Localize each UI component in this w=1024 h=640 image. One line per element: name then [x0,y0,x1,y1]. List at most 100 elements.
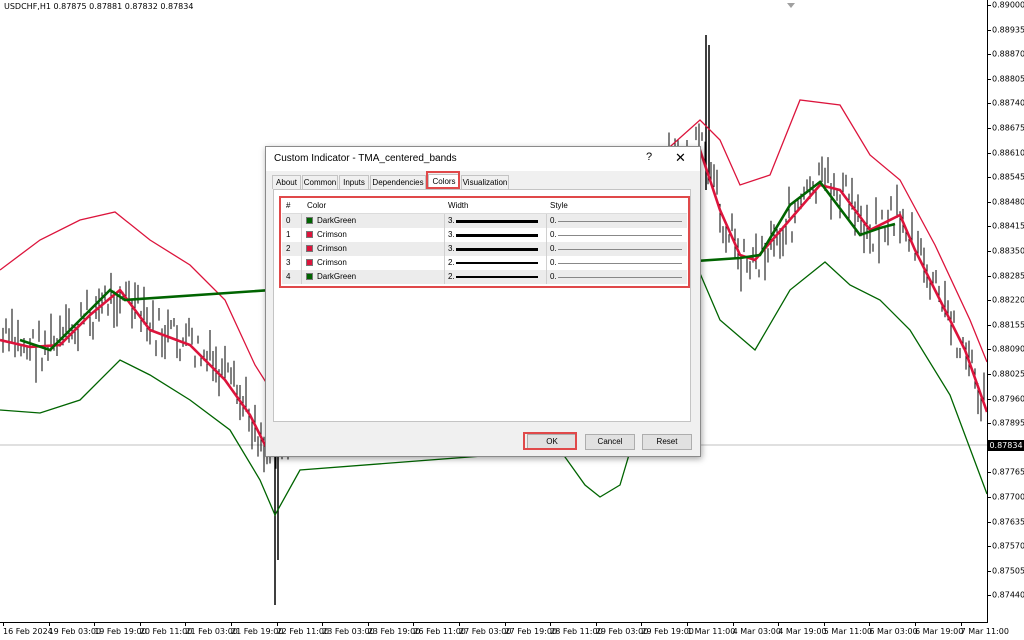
time-label: 4 Mar 19:00 [778,627,827,636]
time-axis: 16 Feb 2024 19 Feb 03:00 19 Feb 19:00 20 Fe… [0,622,1009,640]
tab-common[interactable]: Common [302,175,338,189]
price-tick [988,472,991,474]
time-tick [231,623,232,626]
price-tick [988,275,991,277]
reset-button[interactable]: Reset [642,434,692,450]
price-tick [988,497,991,498]
time-tick [915,623,916,626]
time-tick [459,623,460,626]
price-label: 0.87570 [992,541,1024,551]
time-label: 4 Mar 03:00 [732,627,781,636]
price-tick [988,29,991,31]
time-label: 6 Mar 03:00 [869,627,918,636]
time-label: 26 Feb 11:00 [413,627,466,636]
time-label: 6 Mar 19:00 [915,627,964,636]
price-tick [988,595,991,597]
price-label: 0.87960 [992,394,1024,404]
price-tick [988,570,991,572]
time-tick [48,623,50,626]
price-tick [988,546,991,548]
price-tick [988,398,991,400]
price-label: 0.87440 [992,590,1024,600]
price-tick [988,128,991,129]
price-label: 0.88480 [992,197,1024,207]
time-label: 21 Feb 03:00 [185,627,238,636]
price-label: 0.87505 [992,566,1024,576]
price-label: 0.88610 [992,148,1024,158]
price-label: 0.88415 [992,221,1024,231]
price-label: 0.88350 [992,246,1024,256]
price-tick [988,251,991,252]
price-label: 0.88870 [992,49,1024,59]
price-tick [988,374,991,375]
time-tick [94,623,96,626]
price-label: 0.88220 [992,295,1024,305]
price-tick [988,177,991,179]
price-tick [988,423,991,425]
price-label: 0.88675 [992,123,1024,133]
time-tick [322,623,324,626]
chart-shift-marker[interactable] [787,3,795,8]
tab-visualization[interactable]: Visualization [461,175,509,189]
time-tick [960,623,962,626]
time-tick [276,623,278,626]
price-label: 0.88025 [992,369,1024,379]
price-tick [988,324,991,326]
time-label: 19 Feb 19:00 [94,627,147,636]
time-label: 29 Feb 19:00 [641,627,694,636]
cancel-button[interactable]: Cancel [585,434,635,450]
price-tick [988,349,991,351]
price-label: 0.88090 [992,344,1024,354]
price-tick [988,78,991,80]
price-label: 0.87895 [992,418,1024,428]
tab-inputs[interactable]: Inputs [339,175,369,189]
price-label: 0.88740 [992,98,1024,108]
time-tick [139,623,141,626]
tab-dependencies[interactable]: Dependencies [370,175,426,189]
current-price-tag: 0.87834 [988,440,1024,451]
time-label: 1 Mar 11:00 [687,627,736,636]
price-label: 0.89000 [992,0,1024,10]
price-label: 0.88285 [992,271,1024,281]
time-tick [823,623,825,626]
price-label: 0.88805 [992,74,1024,84]
custom-indicator-dialog: Custom Indicator - TMA_centered_bands ? … [265,146,701,457]
price-label: 0.87700 [992,492,1024,502]
help-button[interactable]: ? [646,151,652,163]
time-tick [641,623,643,626]
time-tick [732,623,734,626]
price-tick [988,226,991,228]
price-label: 0.87765 [992,467,1024,477]
colors-tab-highlight [426,171,460,189]
time-label: 23 Feb 03:00 [322,627,375,636]
time-tick [504,623,506,626]
time-tick [869,623,871,626]
close-icon[interactable]: ✕ [675,150,686,166]
price-tick [988,103,991,105]
price-tick [988,54,991,56]
time-label: 16 Feb 2024 [3,627,53,636]
chart-title: USDCHF,H1 0.87875 0.87881 0.87832 0.8783… [4,2,194,11]
dialog-titlebar[interactable]: Custom Indicator - TMA_centered_bands ? … [266,147,700,171]
price-tick [988,201,991,203]
time-tick [367,623,369,626]
colors-grid-highlight [279,196,690,288]
dialog-title: Custom Indicator - TMA_centered_bands [274,153,457,164]
time-tick [687,623,688,626]
time-label: 5 Mar 11:00 [823,627,873,636]
price-label: 0.88155 [992,320,1024,330]
time-tick [595,623,597,626]
tab-about[interactable]: About [272,175,301,189]
price-label: 0.87635 [992,517,1024,527]
time-tick [3,623,4,626]
price-tick [988,521,991,523]
time-tick [413,623,415,626]
time-label: 28 Feb 11:00 [550,627,603,636]
price-label: 0.88545 [992,172,1024,182]
price-label: 0.88935 [992,25,1024,35]
ok-button-highlight [523,432,577,450]
time-label: 7 Mar 11:00 [960,627,1009,636]
time-tick [778,623,780,626]
price-axis: 0.89000 0.88935 0.88870 0.88805 0.88740 0.886… [987,0,1024,622]
time-tick [550,623,552,626]
